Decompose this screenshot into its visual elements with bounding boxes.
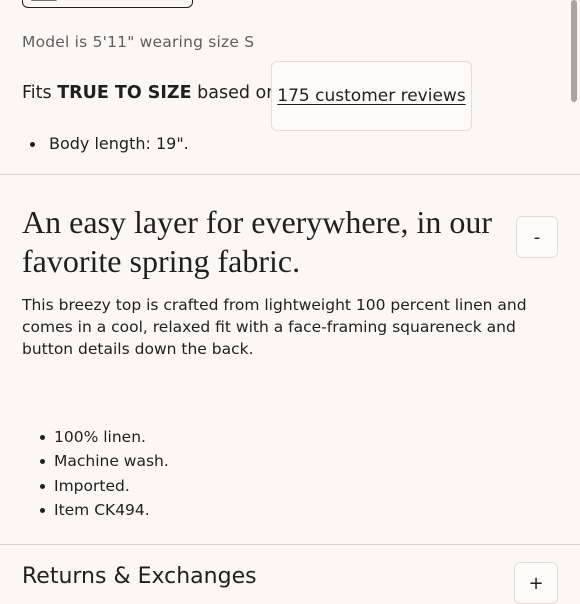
collapse-description-button[interactable]: - bbox=[516, 216, 558, 258]
model-size-note: Model is 5'11" wearing size S bbox=[22, 33, 255, 51]
list-item: Imported. bbox=[22, 474, 169, 498]
size-guide-button[interactable] bbox=[22, 0, 193, 8]
reviews-link-box[interactable]: 175 customer reviews bbox=[271, 61, 472, 131]
scrollbar[interactable] bbox=[571, 0, 577, 102]
fit-prefix: Fits bbox=[22, 83, 52, 103]
list-item: Item CK494. bbox=[22, 498, 169, 522]
description-section-title: An easy layer for everywhere, in our fav… bbox=[22, 204, 493, 279]
fit-value: TRUE TO SIZE bbox=[57, 83, 192, 103]
expand-returns-button[interactable]: + bbox=[514, 562, 558, 604]
fit-summary: Fits TRUE TO SIZE based on bbox=[22, 83, 277, 103]
size-details-list: Body length: 19". bbox=[22, 133, 189, 155]
list-item: 100% linen. bbox=[22, 425, 169, 449]
section-divider bbox=[0, 544, 580, 545]
section-divider bbox=[0, 174, 580, 175]
ruler-icon bbox=[31, 0, 57, 1]
list-item: Machine wash. bbox=[22, 449, 169, 473]
fit-middle: based on bbox=[197, 83, 278, 103]
list-item: Body length: 19". bbox=[22, 133, 189, 155]
returns-section-title: Returns & Exchanges bbox=[22, 564, 257, 589]
features-list: 100% linen. Machine wash. Imported. Item… bbox=[22, 425, 169, 522]
product-description: This breezy top is crafted from lightwei… bbox=[22, 296, 527, 358]
customer-reviews-link[interactable]: 175 customer reviews bbox=[277, 86, 465, 106]
